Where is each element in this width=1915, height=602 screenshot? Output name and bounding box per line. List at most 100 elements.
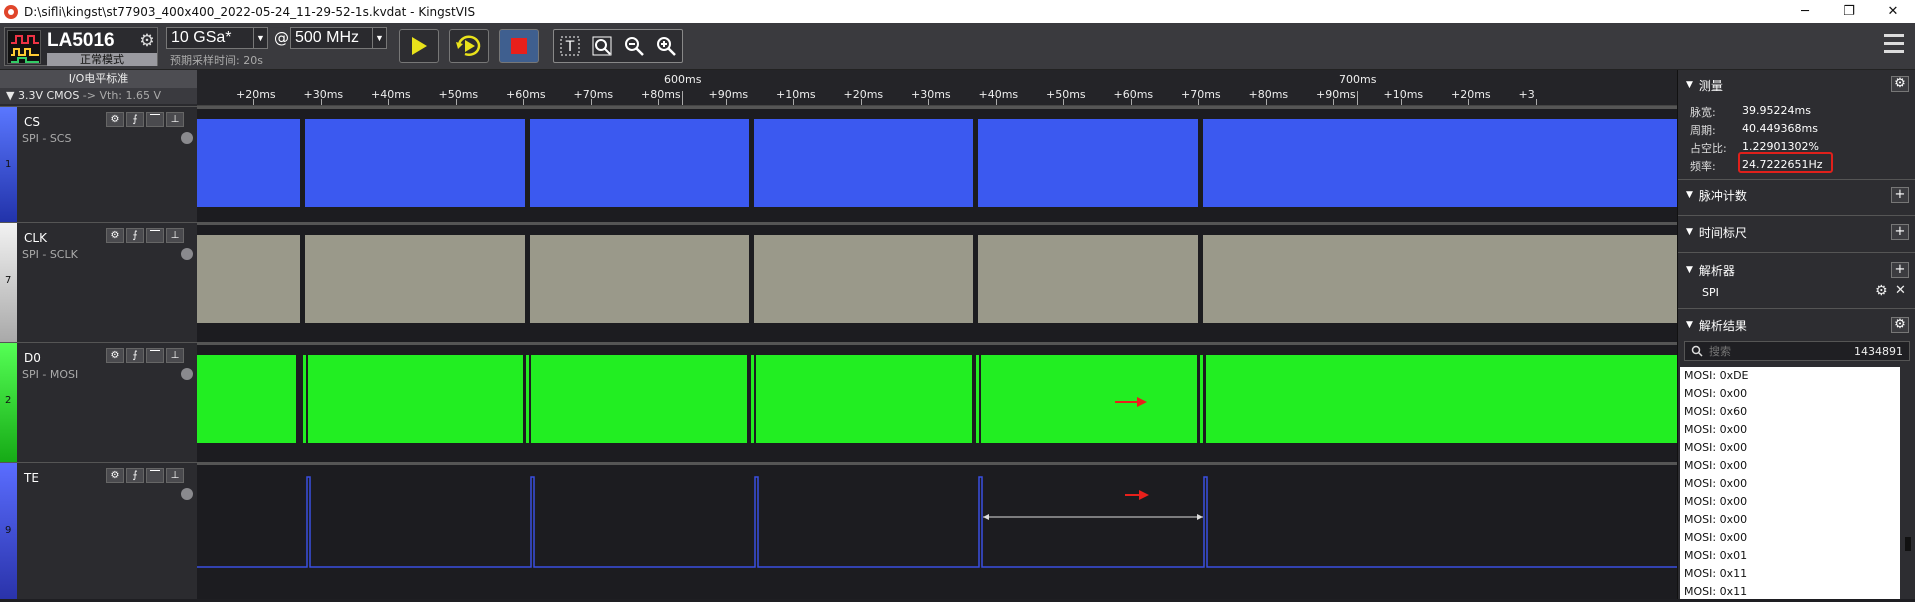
falling-edge-icon[interactable]: ⊥ <box>166 112 184 127</box>
list-item[interactable]: MOSI: 0x00 <box>1680 511 1900 529</box>
high-level-icon[interactable]: ⎺ <box>146 348 164 363</box>
list-item[interactable]: MOSI: 0x11 <box>1680 583 1900 599</box>
channel-status-dot[interactable] <box>181 368 193 380</box>
device-box[interactable]: LA5016 ⚙ 正常模式 <box>4 27 158 66</box>
measure-label: 周期: <box>1690 124 1716 137</box>
rising-edge-icon[interactable]: ⨍ <box>126 468 144 483</box>
waveform-burst <box>531 355 747 443</box>
list-item[interactable]: MOSI: 0x00 <box>1680 457 1900 475</box>
period-measure-arrow <box>1197 514 1203 520</box>
channel-row-cs[interactable]: 1 CS SPI - SCS ⚙ ⨍ ⎺ ⊥ <box>0 106 197 222</box>
gear-icon[interactable]: ⚙ <box>106 112 124 127</box>
result-count: 1434891 <box>1854 344 1903 358</box>
close-icon[interactable]: ✕ <box>1871 0 1915 23</box>
list-item[interactable]: MOSI: 0x00 <box>1680 439 1900 457</box>
list-item[interactable]: MOSI: 0x00 <box>1680 529 1900 547</box>
waveform-burst <box>197 119 300 207</box>
gear-icon[interactable]: ⚙ <box>106 348 124 363</box>
waveform-edge <box>751 355 754 443</box>
gear-icon[interactable]: ⚙ <box>106 468 124 483</box>
channel-status-dot[interactable] <box>181 248 193 260</box>
rising-edge-icon[interactable]: ⨍ <box>126 112 144 127</box>
search-input[interactable] <box>1709 344 1829 358</box>
high-level-icon[interactable]: ⎺ <box>146 228 164 243</box>
waveform-lane-te[interactable] <box>197 462 1677 599</box>
channel-status-dot[interactable] <box>181 488 193 500</box>
scrollbar[interactable] <box>1902 367 1914 599</box>
list-item[interactable]: MOSI: 0x00 <box>1680 421 1900 439</box>
text-tool-icon[interactable]: T <box>557 33 583 59</box>
waveform-lane-clk[interactable] <box>197 222 1677 342</box>
falling-edge-icon[interactable]: ⊥ <box>166 468 184 483</box>
channel-row-te[interactable]: 9 TE ⚙ ⨍ ⎺ ⊥ <box>0 462 197 599</box>
decode-results-list[interactable]: MOSI: 0xDE MOSI: 0x00 MOSI: 0x60 MOSI: 0x00… <box>1680 367 1900 599</box>
pulse-count-title: 脉冲计数 <box>1698 188 1747 203</box>
waveform-lane-cs[interactable] <box>197 106 1677 222</box>
high-level-icon[interactable]: ⎺ <box>146 112 164 127</box>
analyzer-item[interactable]: SPI <box>1702 286 1719 299</box>
io-standard-select[interactable]: ▼ 3.3V CMOS -> Vth: 1.65 V <box>0 88 197 104</box>
rising-edge-icon[interactable]: ⨍ <box>126 228 144 243</box>
close-icon[interactable]: ✕ <box>1895 283 1906 298</box>
add-analyzer-button[interactable]: + <box>1891 262 1909 278</box>
channel-panel: I/O电平标准 ▼ 3.3V CMOS -> Vth: 1.65 V 1 CS … <box>0 70 197 599</box>
list-item[interactable]: MOSI: 0xDE <box>1680 367 1900 385</box>
rising-edge-icon[interactable]: ⨍ <box>126 348 144 363</box>
te-signal-trace <box>197 476 1677 568</box>
ruler-tick-label: +60ms <box>506 88 546 101</box>
list-item[interactable]: MOSI: 0x60 <box>1680 403 1900 421</box>
channel-status-dot[interactable] <box>181 132 193 144</box>
chevron-down-icon[interactable]: ▼ <box>253 28 267 48</box>
loop-start-button[interactable] <box>449 29 489 63</box>
chevron-down-icon[interactable]: ▼ <box>372 28 386 48</box>
gear-icon[interactable]: ⚙ <box>1891 76 1909 92</box>
waveform-burst <box>756 355 972 443</box>
sample-depth-value: 10 GSa* <box>171 29 232 46</box>
sample-rate-select[interactable]: 500 MHz ▼ <box>290 27 387 49</box>
waveform-burst <box>1203 235 1677 323</box>
measure-label: 脉宽: <box>1690 106 1716 119</box>
add-pulse-count-button[interactable]: + <box>1891 187 1909 203</box>
gear-icon[interactable]: ⚙ <box>137 31 157 51</box>
waveform-edge <box>526 355 529 443</box>
waveform-burst <box>1206 355 1677 443</box>
waveform-area[interactable]: +20ms +30ms +40ms +50ms +60ms +70ms +80ms +90ms… <box>197 70 1677 599</box>
maximize-icon[interactable]: ❐ <box>1827 0 1871 23</box>
add-time-ruler-button[interactable]: + <box>1891 224 1909 240</box>
gear-icon[interactable]: ⚙ <box>1891 317 1909 333</box>
list-item[interactable]: MOSI: 0x01 <box>1680 547 1900 565</box>
sample-depth-select[interactable]: 10 GSa* ▼ <box>166 27 268 49</box>
channel-row-d0[interactable]: 2 D0 SPI - MOSI ⚙ ⨍ ⎺ ⊥ <box>0 342 197 462</box>
gear-icon[interactable]: ⚙ <box>106 228 124 243</box>
measure-header[interactable]: ▼ 测量 <box>1678 74 1915 96</box>
stop-icon <box>511 38 527 54</box>
ruler-tick-label: +80ms <box>1248 88 1289 101</box>
waveform-burst <box>530 235 749 323</box>
zoom-fit-icon[interactable] <box>589 33 615 59</box>
zoom-in-icon[interactable] <box>653 33 679 59</box>
gear-icon[interactable]: ⚙ <box>1875 283 1888 299</box>
falling-edge-icon[interactable]: ⊥ <box>166 348 184 363</box>
window-title: D:\sifli\kingst\st77903_400x400_2022-05-… <box>24 4 476 19</box>
list-item[interactable]: MOSI: 0x11 <box>1680 565 1900 583</box>
falling-edge-icon[interactable]: ⊥ <box>166 228 184 243</box>
high-level-icon[interactable]: ⎺ <box>146 468 164 483</box>
channel-index: 1 <box>5 159 12 170</box>
minimize-icon[interactable]: ─ <box>1783 0 1827 23</box>
time-ruler[interactable]: +20ms +30ms +40ms +50ms +60ms +70ms +80ms +90ms… <box>197 70 1677 106</box>
pulse-count-header[interactable]: ▼ 脉冲计数 <box>1678 184 1915 206</box>
list-item[interactable]: MOSI: 0x00 <box>1680 385 1900 403</box>
analyzer-header[interactable]: ▼ 解析器 <box>1678 259 1915 281</box>
channel-row-clk[interactable]: 7 CLK SPI - SCLK ⚙ ⨍ ⎺ ⊥ <box>0 222 197 342</box>
list-item[interactable]: MOSI: 0x00 <box>1680 475 1900 493</box>
ruler-tick-label: +30ms <box>911 88 951 101</box>
ruler-tick-label: +20ms <box>843 88 884 101</box>
waveform-lane-d0[interactable] <box>197 342 1677 462</box>
list-item[interactable]: MOSI: 0x00 <box>1680 493 1900 511</box>
time-ruler-header[interactable]: ▼ 时间标尺 <box>1678 221 1915 243</box>
zoom-out-icon[interactable] <box>621 33 647 59</box>
stop-button[interactable] <box>499 29 539 63</box>
decode-results-header[interactable]: ▼ 解析结果 <box>1678 314 1915 336</box>
start-button[interactable] <box>399 29 439 63</box>
menu-icon[interactable] <box>1884 34 1904 58</box>
